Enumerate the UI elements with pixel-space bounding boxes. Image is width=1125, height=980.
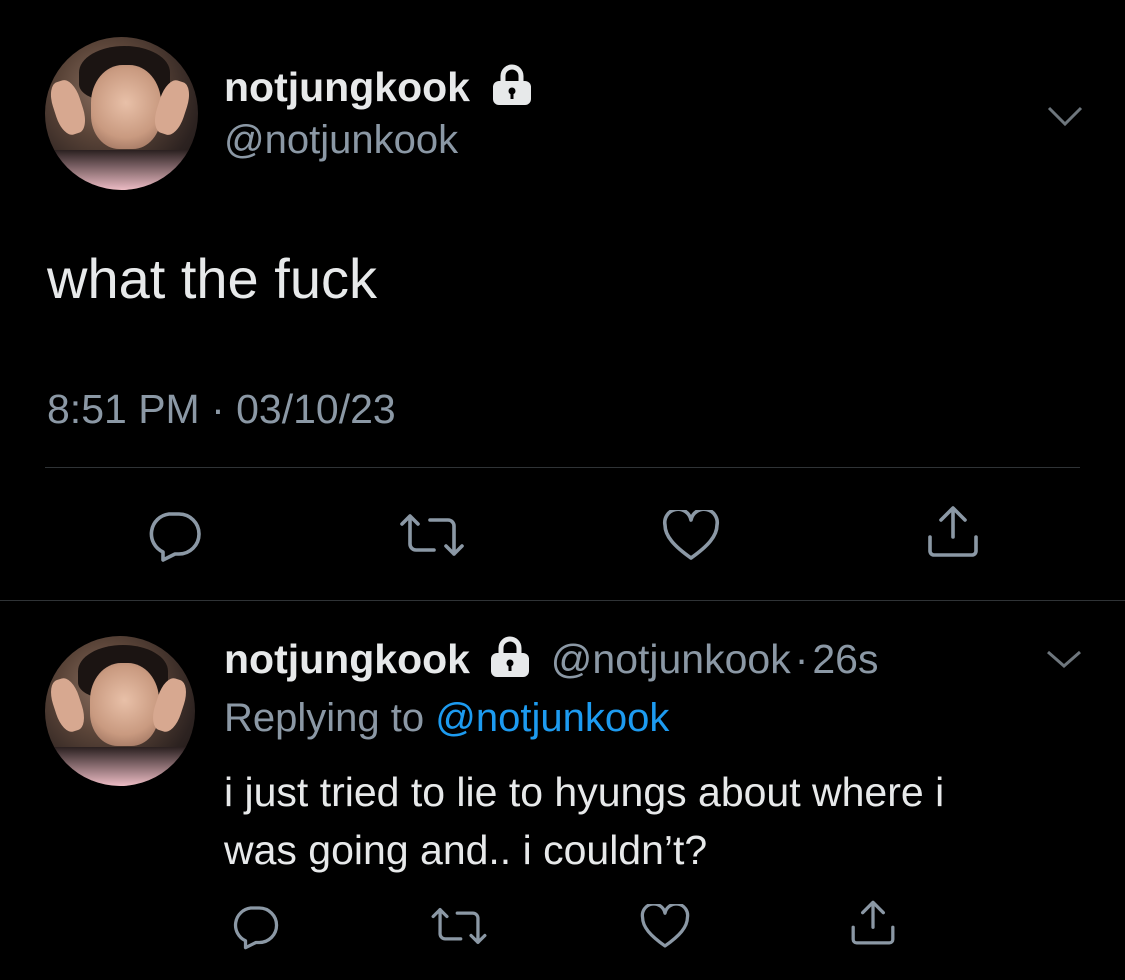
avatar-shirt (45, 150, 198, 190)
retweet-icon[interactable] (428, 904, 490, 953)
lock-icon (487, 636, 533, 689)
like-icon[interactable] (662, 507, 720, 567)
replying-to-row: Replying to @notjunkook (224, 693, 669, 743)
divider (45, 467, 1080, 468)
display-name[interactable]: notjungkook (224, 636, 470, 682)
chevron-down-icon[interactable] (1045, 100, 1085, 135)
replying-prefix: Replying to (224, 696, 425, 740)
tweet-age[interactable]: 26s (812, 636, 878, 682)
author-name-row[interactable]: notjungkook (224, 62, 535, 117)
reply-header: notjungkook @notjunkook·26s (224, 634, 878, 689)
author-handle[interactable]: @notjunkook (551, 636, 791, 682)
reply-text-line: i just tried to lie to hyungs about wher… (224, 769, 945, 815)
share-icon[interactable] (848, 898, 898, 953)
like-icon[interactable] (640, 902, 690, 955)
reply-tweet[interactable]: notjungkook @notjunkook·26s Replying to … (0, 601, 1125, 980)
main-tweet: notjungkook @notjunkook what the fuck 8:… (0, 0, 1125, 600)
reply-icon[interactable] (230, 904, 280, 955)
reply-text-line: was going and.. i couldn’t? (224, 827, 708, 873)
separator-dot: · (794, 636, 809, 682)
tweet-text: what the fuck (47, 247, 377, 310)
avatar[interactable] (45, 636, 195, 786)
chevron-down-icon[interactable] (1044, 646, 1084, 677)
tweet-timestamp[interactable]: 8:51 PM · 03/10/23 (47, 385, 396, 433)
author-handle[interactable]: @notjunkook (224, 116, 458, 164)
display-name[interactable]: notjungkook (224, 64, 470, 110)
lock-icon (489, 64, 535, 117)
share-icon[interactable] (924, 503, 982, 566)
avatar-face (90, 64, 162, 149)
avatar-face (90, 663, 159, 746)
reply-icon[interactable] (145, 510, 203, 567)
avatar-shirt (45, 747, 195, 786)
reply-text: i just tried to lie to hyungs about wher… (224, 763, 944, 879)
retweet-icon[interactable] (396, 510, 468, 565)
replying-to-link[interactable]: @notjunkook (435, 696, 669, 740)
avatar[interactable] (45, 37, 198, 190)
